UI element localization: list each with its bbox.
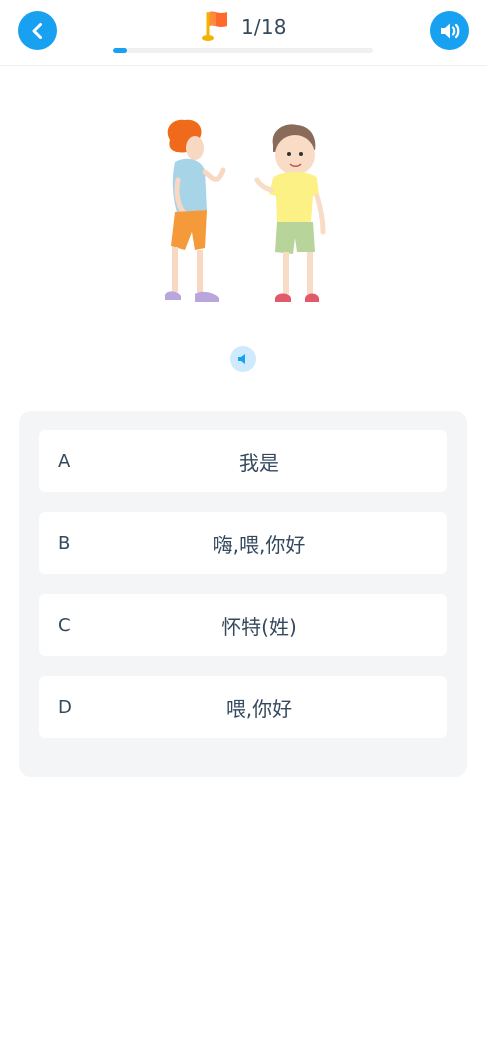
chevron-left-icon xyxy=(32,22,42,39)
answer-options-panel: A 我是 B 嗨,喂,你好 C 怀特(姓) D 喂,你好 xyxy=(19,411,467,777)
option-letter: C xyxy=(58,614,71,636)
option-text: 嗨,喂,你好 xyxy=(212,532,306,557)
boy-left-figure xyxy=(165,119,226,302)
option-d[interactable]: D 喂,你好 xyxy=(39,676,447,738)
option-text: 我是 xyxy=(239,450,279,475)
quiz-page: 1/18 A 我是 B 嗨,喂,你好 C 怀特(姓) D 喂,你好 xyxy=(0,0,487,1049)
speaker-icon xyxy=(440,23,459,38)
two-boys-waving-illustration xyxy=(165,119,326,302)
option-letter: B xyxy=(58,532,71,554)
play-audio-button[interactable] xyxy=(430,11,469,50)
top-bar: 1/18 xyxy=(0,0,487,66)
option-text: 喂,你好 xyxy=(225,696,293,721)
option-letter: D xyxy=(58,696,72,718)
flag-icon xyxy=(202,11,227,41)
progress-counter: 1/18 xyxy=(241,15,287,39)
progress-bar xyxy=(113,48,373,53)
option-c[interactable]: C 怀特(姓) xyxy=(39,594,447,656)
boy-right-figure xyxy=(254,124,326,302)
back-button[interactable] xyxy=(18,11,57,50)
option-a[interactable]: A 我是 xyxy=(39,430,447,492)
option-letter: A xyxy=(58,450,71,472)
small-speaker-icon xyxy=(238,354,245,364)
option-text: 怀特(姓) xyxy=(221,614,297,639)
question-audio-button[interactable] xyxy=(230,346,256,372)
option-b[interactable]: B 嗨,喂,你好 xyxy=(39,512,447,574)
progress-bar-fill xyxy=(113,48,128,53)
